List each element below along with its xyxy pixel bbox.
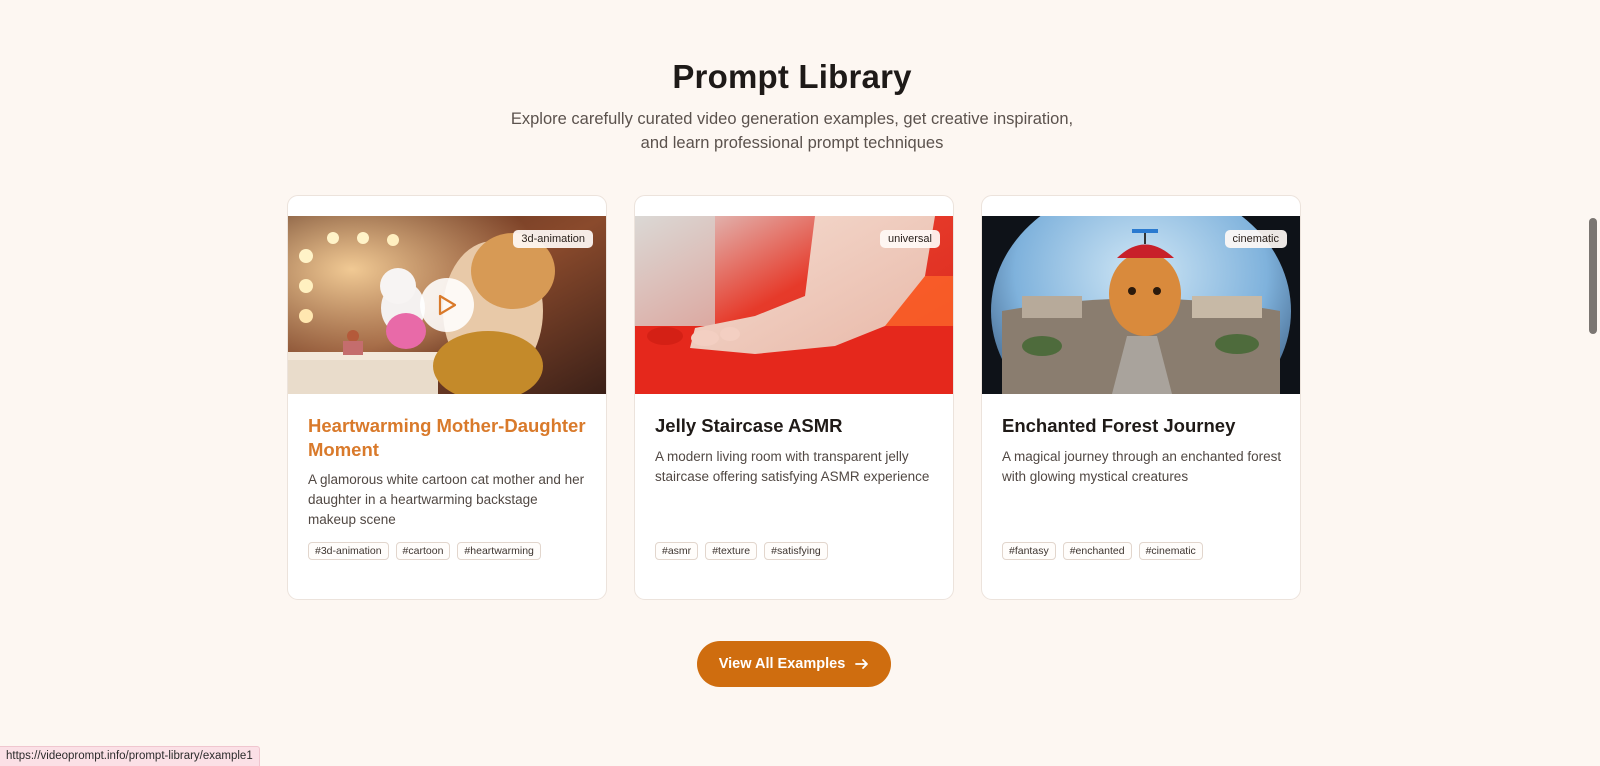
card-title[interactable]: Jelly Staircase ASMR	[655, 414, 933, 438]
card-description: A modern living room with transparent je…	[655, 449, 930, 484]
tag-chip[interactable]: #asmr	[655, 542, 699, 560]
card-thumbnail[interactable]: 3d-animation	[288, 216, 606, 394]
view-all-examples-button[interactable]: View All Examples	[697, 641, 891, 687]
tag-chip[interactable]: #enchanted	[1062, 542, 1132, 560]
scrollbar[interactable]	[1584, 0, 1600, 766]
tag-chip[interactable]: #satisfying	[764, 542, 828, 560]
card-title[interactable]: Heartwarming Mother-Daughter Moment	[308, 414, 586, 461]
subtitle-line-2: and learn professional prompt techniques	[640, 133, 944, 152]
arrow-right-icon	[855, 659, 869, 669]
tag-chip[interactable]: #cartoon	[395, 542, 451, 560]
prompt-library-section: Prompt Library Explore carefully curated…	[0, 0, 1584, 766]
card-tags: #asmr #texture #satisfying	[655, 542, 828, 560]
section-title: Prompt Library	[672, 58, 912, 95]
card-title[interactable]: Enchanted Forest Journey	[1002, 414, 1280, 438]
tag-chip[interactable]: #fantasy	[1002, 542, 1056, 560]
example-card-enchanted-forest[interactable]: cinematic Enchanted Forest Journey A mag…	[981, 195, 1301, 600]
category-badge: universal	[879, 230, 940, 248]
card-tags: #fantasy #enchanted #cinematic	[1002, 542, 1203, 560]
link-status-bar: https://videoprompt.info/prompt-library/…	[0, 746, 260, 766]
tag-chip[interactable]: #3d-animation	[308, 542, 389, 560]
category-badge: 3d-animation	[513, 230, 593, 248]
card-thumbnail[interactable]: universal	[635, 216, 953, 394]
cta-label: View All Examples	[718, 656, 846, 672]
category-badge: cinematic	[1224, 230, 1287, 248]
card-description: A magical journey through an enchanted f…	[1002, 449, 1282, 484]
card-tags: #3d-animation #cartoon #heartwarming	[308, 542, 541, 560]
tag-chip[interactable]: #heartwarming	[457, 542, 541, 560]
scrollbar-thumb[interactable]	[1589, 218, 1597, 334]
example-cards-grid: 3d-animation Heartwarming Mother-Daughte…	[287, 195, 1302, 600]
tag-chip[interactable]: #texture	[705, 542, 758, 560]
play-icon[interactable]	[420, 278, 474, 332]
example-card-jelly-staircase[interactable]: universal Jelly Staircase ASMR A modern …	[634, 195, 954, 600]
card-description: A glamorous white cartoon cat mother and…	[308, 472, 585, 527]
subtitle-line-1: Explore carefully curated video generati…	[510, 110, 1074, 128]
tag-chip[interactable]: #cinematic	[1138, 542, 1203, 560]
example-card-mother-daughter[interactable]: 3d-animation Heartwarming Mother-Daughte…	[287, 195, 607, 600]
section-subtitle: Explore carefully curated video generati…	[442, 108, 1142, 155]
card-thumbnail[interactable]: cinematic	[982, 216, 1300, 394]
